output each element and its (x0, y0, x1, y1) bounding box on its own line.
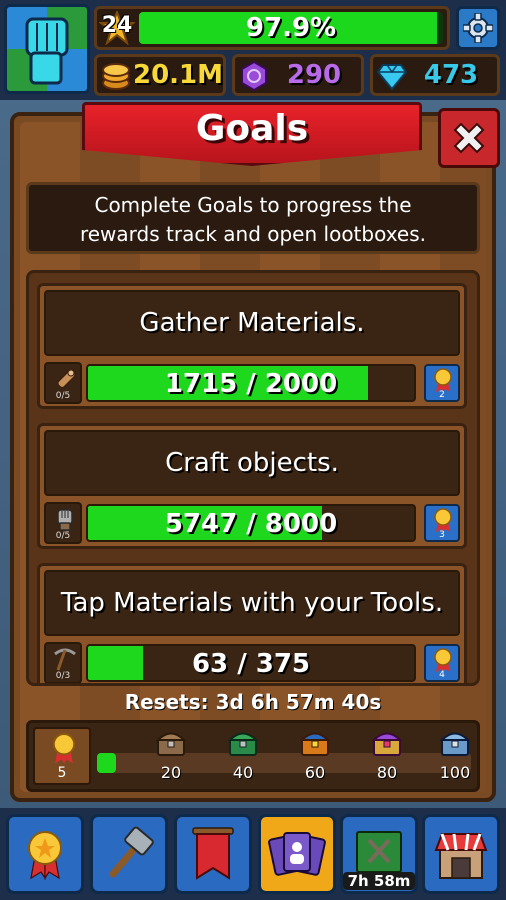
lootbox-milestone[interactable]: 60 (289, 727, 341, 782)
gear-icon (463, 13, 493, 43)
lootbox-milestone[interactable]: 20 (145, 727, 197, 782)
fist-icon (25, 17, 69, 85)
goal-card: Tap Materials with your Tools. 0/3 63 / … (37, 563, 467, 683)
track-progress-fill (97, 753, 116, 773)
medal-icon (28, 831, 62, 880)
blue-chest-icon (439, 732, 471, 756)
goals-description: Complete Goals to progress the rewards t… (26, 182, 480, 254)
goal-reward-amount: 4 (439, 670, 445, 680)
nav-map-button[interactable]: 7h 58m (340, 814, 418, 894)
track-medal-number: 5 (57, 765, 67, 781)
goal-progress-bar: 1715 / 2000 (86, 364, 416, 402)
nav-cards-button[interactable] (258, 814, 336, 894)
goal-progress-text: 5747 / 8000 (164, 509, 338, 539)
green-chest-icon (227, 732, 259, 756)
goal-title: Gather Materials. (139, 308, 365, 338)
medal-icon (52, 733, 76, 764)
milestone-value: 20 (160, 763, 182, 782)
goal-count: 0/5 (55, 531, 71, 541)
goals-list[interactable]: Gather Materials. 0/5 1715 / 2000 2 Craf… (26, 270, 480, 686)
milestone-value: 100 (439, 763, 471, 782)
goal-progress-bar: 63 / 375 (86, 644, 416, 682)
goal-count: 0/3 (55, 671, 71, 681)
milestone-value: 40 (232, 763, 254, 782)
xp-bar-track: 97.9% (139, 12, 443, 44)
guild-logo[interactable] (4, 4, 90, 94)
bottom-nav: 7h 58m (0, 808, 506, 900)
lootbox-milestone[interactable]: 100 (429, 727, 481, 782)
goal-progress-bar: 5747 / 8000 (86, 504, 416, 542)
map-timer: 7h 58m (343, 872, 415, 890)
coins-value: 20.1M (133, 60, 224, 90)
settings-button[interactable] (456, 6, 500, 50)
goal-progress-text: 63 / 375 (191, 649, 311, 679)
nav-shop-button[interactable] (422, 814, 500, 894)
goal-count: 0/5 (55, 391, 71, 401)
diamonds-value: 473 (423, 60, 479, 90)
goal-reward[interactable]: 4 (424, 644, 460, 682)
banner-icon (192, 827, 234, 880)
nav-goals-button[interactable] (6, 814, 84, 894)
goal-title: Tap Materials with your Tools. (60, 588, 444, 618)
shop-icon (434, 833, 488, 879)
gems-counter[interactable]: 290 (232, 54, 364, 96)
rewards-track[interactable]: 5 20 40 60 80 100 (26, 720, 480, 792)
wood-chest-icon (155, 732, 187, 756)
purple-chest-icon (371, 732, 403, 756)
goal-reward-amount: 3 (439, 530, 445, 540)
lootbox-milestone[interactable]: 80 (361, 727, 413, 782)
close-button[interactable] (438, 108, 500, 168)
pickaxe-icon (54, 648, 76, 671)
goal-reward[interactable]: 2 (424, 364, 460, 402)
top-hud: 24 97.9% 20.1M 290 473 (0, 0, 506, 100)
description-line-1: Complete Goals to progress the (94, 193, 412, 217)
coin-stack-icon (102, 63, 130, 90)
goal-type-badge: 0/5 (44, 362, 82, 404)
close-icon (453, 122, 485, 154)
description-line-2: rewards track and open lootboxes. (79, 222, 427, 246)
purple-gem-icon (241, 61, 267, 91)
goal-title: Craft objects. (165, 448, 339, 478)
goal-reward[interactable]: 3 (424, 504, 460, 542)
goal-card: Gather Materials. 0/5 1715 / 2000 2 (37, 283, 467, 409)
level-xp-bar[interactable]: 24 97.9% (94, 6, 450, 50)
cards-icon (268, 832, 326, 876)
milestone-value: 80 (376, 763, 398, 782)
goal-progress-text: 1715 / 2000 (164, 369, 338, 399)
diamond-icon (377, 64, 407, 91)
xp-percent: 97.9% (245, 13, 337, 43)
diamonds-counter[interactable]: 473 (370, 54, 500, 96)
milestone-value: 60 (304, 763, 326, 782)
goal-card: Craft objects. 0/5 5747 / 8000 3 (37, 423, 467, 549)
log-icon (57, 369, 76, 389)
panel-title: Goals (195, 108, 309, 149)
nav-craft-button[interactable] (90, 814, 168, 894)
coins-counter[interactable]: 20.1M (94, 54, 226, 96)
gauntlet-icon (57, 509, 73, 531)
track-medal-count: 5 (33, 727, 91, 785)
goal-type-badge: 0/3 (44, 642, 82, 683)
level-number: 24 (101, 13, 133, 38)
orange-chest-icon (299, 732, 331, 756)
resets-timer: Resets: 3d 6h 57m 40s (124, 690, 382, 714)
gems-value: 290 (286, 60, 342, 90)
goal-type-badge: 0/5 (44, 502, 82, 544)
lootbox-milestone[interactable]: 40 (217, 727, 269, 782)
nav-guild-button[interactable] (174, 814, 252, 894)
hammer-icon (109, 826, 154, 878)
goal-reward-amount: 2 (439, 390, 445, 400)
